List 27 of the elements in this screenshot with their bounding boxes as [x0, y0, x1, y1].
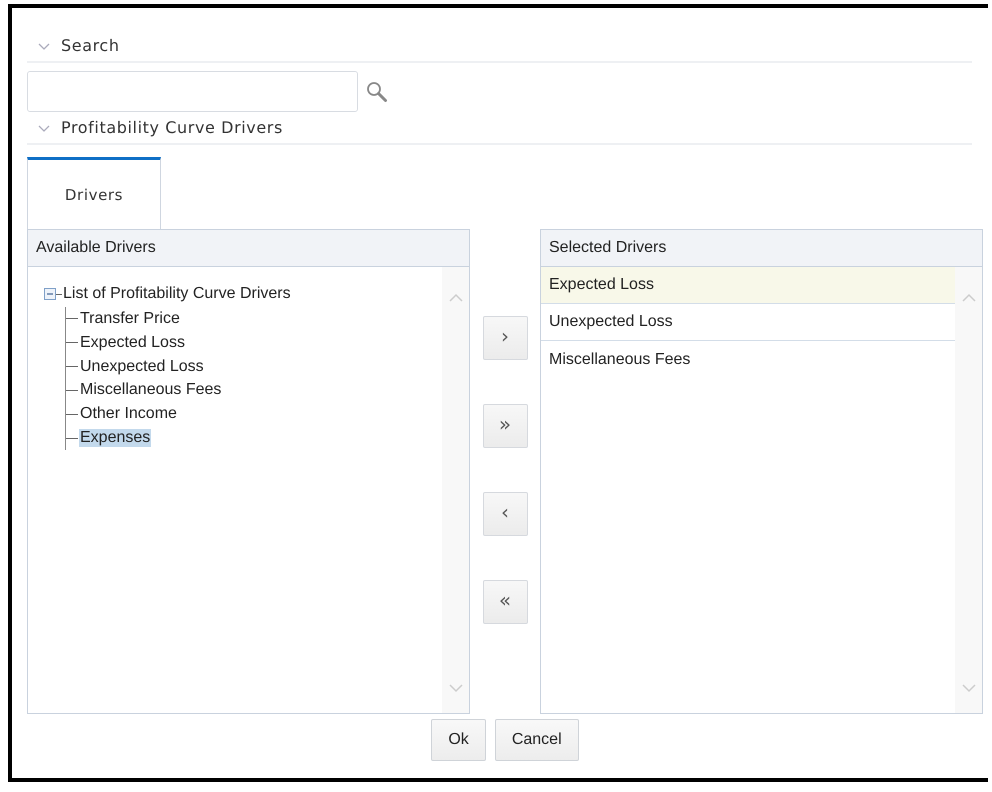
tab[interactable]: Drivers	[27, 157, 161, 229]
move-button[interactable]: »	[482, 404, 528, 448]
tree-item[interactable]: Transfer Price	[79, 310, 181, 328]
tree-item[interactable]: Miscellaneous Fees	[79, 381, 222, 400]
tree-item[interactable]: Expected Loss	[79, 334, 186, 352]
list-item[interactable]: Unexpected Loss	[541, 304, 955, 341]
scroll-down-icon[interactable]	[960, 683, 976, 693]
tree-item[interactable]: List of Profitability Curve Drivers	[62, 285, 292, 303]
scroll-up-icon[interactable]	[960, 293, 976, 303]
move-button[interactable]: ‹	[482, 492, 528, 536]
move-button[interactable]: ›	[482, 316, 528, 360]
list-item[interactable]: Expected Loss	[541, 267, 955, 304]
collapse-icon[interactable]	[44, 288, 56, 300]
dialog-button[interactable]: Ok	[431, 719, 486, 761]
section-title[interactable]: Profitability Curve Drivers	[61, 118, 283, 137]
list-item[interactable]: Miscellaneous Fees	[541, 341, 955, 378]
move-button[interactable]: «	[482, 580, 528, 624]
section-title[interactable]: Search	[61, 36, 120, 55]
tree-item[interactable]: Unexpected Loss	[79, 358, 205, 376]
tree-item[interactable]: Other Income	[79, 405, 178, 424]
scroll-down-icon[interactable]	[448, 683, 464, 693]
panel-header: Available Drivers	[36, 239, 156, 257]
scroll-up-icon[interactable]	[448, 293, 464, 303]
tree-item[interactable]: Expenses	[79, 429, 152, 448]
panel-header: Selected Drivers	[549, 239, 666, 257]
search-field[interactable]	[27, 71, 358, 112]
dialog-button[interactable]: Cancel	[494, 719, 579, 761]
